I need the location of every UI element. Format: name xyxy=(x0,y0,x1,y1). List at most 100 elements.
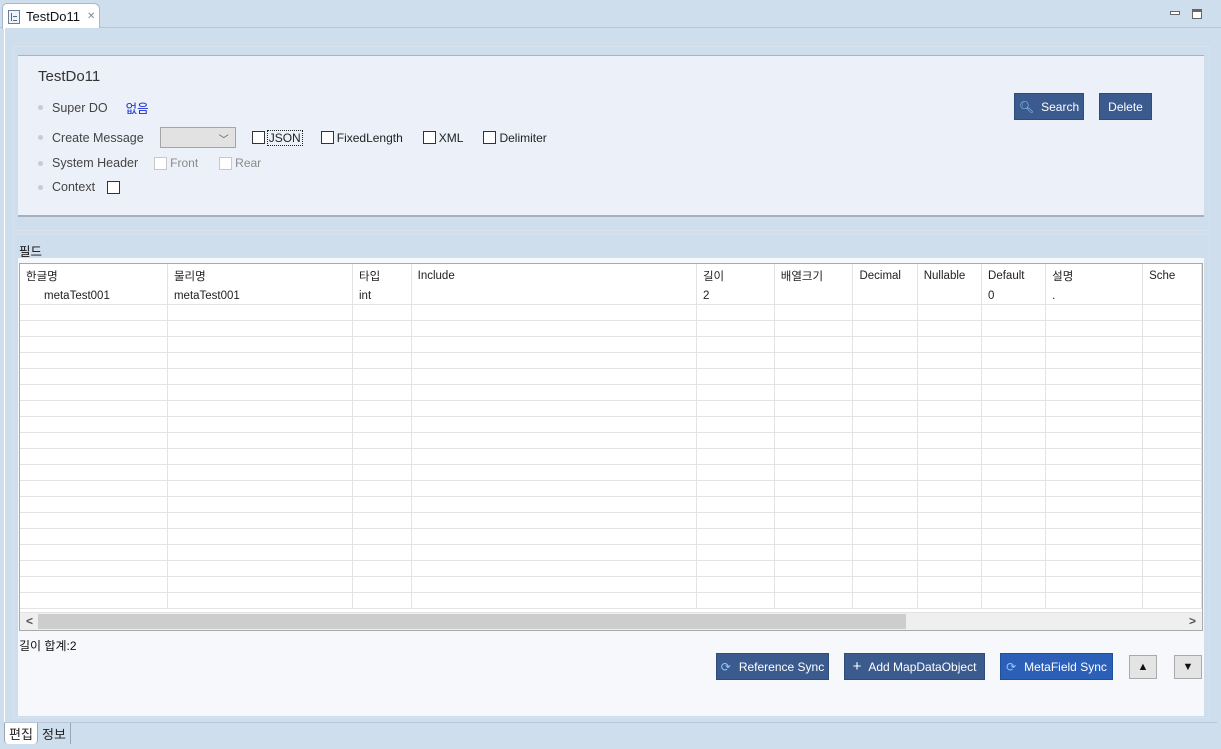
rear-checkbox[interactable]: Rear xyxy=(219,156,261,170)
table-cell[interactable] xyxy=(917,544,983,561)
table-cell[interactable] xyxy=(411,512,697,529)
table-cell[interactable] xyxy=(20,320,168,337)
column-header[interactable]: Nullable xyxy=(917,264,983,288)
table-row[interactable] xyxy=(20,336,1202,353)
table-row[interactable] xyxy=(20,352,1202,369)
table-cell[interactable] xyxy=(917,496,983,513)
table-cell[interactable] xyxy=(852,480,918,497)
table-cell[interactable] xyxy=(411,464,697,481)
table-cell[interactable] xyxy=(411,416,697,433)
table-cell[interactable] xyxy=(352,544,412,561)
table-cell[interactable] xyxy=(852,416,918,433)
table-cell[interactable] xyxy=(852,304,918,321)
table-cell[interactable] xyxy=(411,432,697,449)
table-row[interactable] xyxy=(20,464,1202,481)
table-row[interactable] xyxy=(20,304,1202,321)
table-cell[interactable] xyxy=(774,384,854,401)
editor-tab-testdo11[interactable]: TestDo11 ✕ xyxy=(2,3,100,29)
table-cell[interactable] xyxy=(167,496,354,513)
table-row[interactable] xyxy=(20,560,1202,577)
table-cell[interactable] xyxy=(352,512,412,529)
table-cell[interactable] xyxy=(852,432,918,449)
table-cell[interactable] xyxy=(774,352,854,369)
table-cell[interactable] xyxy=(917,288,983,305)
table-cell[interactable] xyxy=(1142,464,1202,481)
table-cell[interactable] xyxy=(167,464,354,481)
table-cell[interactable] xyxy=(917,432,983,449)
table-cell[interactable]: . xyxy=(1045,288,1144,305)
table-cell[interactable] xyxy=(352,448,412,465)
move-up-button[interactable]: ▲ xyxy=(1129,655,1157,679)
json-checkbox[interactable]: JSON xyxy=(251,129,303,146)
table-cell[interactable] xyxy=(696,464,775,481)
table-cell[interactable] xyxy=(1142,480,1202,497)
column-header[interactable]: 물리명 xyxy=(167,264,354,288)
table-cell[interactable] xyxy=(917,448,983,465)
close-icon[interactable]: ✕ xyxy=(87,11,95,22)
table-cell[interactable] xyxy=(774,464,854,481)
table-cell[interactable] xyxy=(774,496,854,513)
table-cell[interactable] xyxy=(411,480,697,497)
table-cell[interactable] xyxy=(167,528,354,545)
table-cell[interactable] xyxy=(167,544,354,561)
table-cell[interactable] xyxy=(1045,592,1144,609)
table-cell[interactable] xyxy=(917,560,983,577)
table-cell[interactable] xyxy=(1142,320,1202,337)
table-cell[interactable] xyxy=(1142,336,1202,353)
table-cell[interactable] xyxy=(917,304,983,321)
table-cell[interactable] xyxy=(20,304,168,321)
table-cell[interactable] xyxy=(167,416,354,433)
table-cell[interactable] xyxy=(696,384,775,401)
table-cell[interactable]: 2 xyxy=(696,288,775,305)
table-cell[interactable] xyxy=(20,496,168,513)
table-cell[interactable] xyxy=(1142,432,1202,449)
table-cell[interactable] xyxy=(1045,512,1144,529)
table-cell[interactable] xyxy=(981,320,1047,337)
table-cell[interactable] xyxy=(167,320,354,337)
table-cell[interactable] xyxy=(696,560,775,577)
table-cell[interactable] xyxy=(352,352,412,369)
table-cell[interactable] xyxy=(167,400,354,417)
table-cell[interactable] xyxy=(411,352,697,369)
table-cell[interactable] xyxy=(20,368,168,385)
table-cell[interactable] xyxy=(917,400,983,417)
column-header[interactable]: 배열크기 xyxy=(774,264,854,288)
table-cell[interactable] xyxy=(774,560,854,577)
checkbox-box[interactable] xyxy=(107,180,121,194)
table-cell[interactable] xyxy=(352,336,412,353)
table-cell[interactable] xyxy=(352,400,412,417)
table-row[interactable] xyxy=(20,320,1202,337)
table-cell[interactable] xyxy=(167,336,354,353)
table-cell[interactable] xyxy=(852,560,918,577)
table-cell[interactable] xyxy=(774,416,854,433)
table-cell[interactable] xyxy=(167,480,354,497)
table-cell[interactable] xyxy=(167,368,354,385)
table-cell[interactable] xyxy=(411,304,697,321)
table-cell[interactable] xyxy=(411,384,697,401)
horizontal-scrollbar[interactable]: < > xyxy=(20,612,1202,630)
table-cell[interactable]: int xyxy=(352,288,412,305)
table-cell[interactable] xyxy=(696,592,775,609)
table-cell[interactable] xyxy=(1045,560,1144,577)
table-cell[interactable] xyxy=(852,368,918,385)
table-row[interactable] xyxy=(20,544,1202,561)
table-cell[interactable] xyxy=(917,320,983,337)
table-cell[interactable] xyxy=(917,576,983,593)
minimize-icon[interactable] xyxy=(1170,11,1180,15)
table-cell[interactable] xyxy=(852,496,918,513)
column-header[interactable]: 한글명 xyxy=(20,264,168,288)
table-cell[interactable] xyxy=(352,384,412,401)
checkbox-box[interactable] xyxy=(483,131,497,144)
table-cell[interactable] xyxy=(917,592,983,609)
reference-sync-button[interactable]: ⟳ Reference Sync xyxy=(716,653,829,680)
table-cell[interactable] xyxy=(352,432,412,449)
table-cell[interactable] xyxy=(167,304,354,321)
table-row[interactable] xyxy=(20,432,1202,449)
table-cell[interactable] xyxy=(352,320,412,337)
table-row[interactable] xyxy=(20,384,1202,401)
table-cell[interactable] xyxy=(696,400,775,417)
table-cell[interactable] xyxy=(981,480,1047,497)
table-cell[interactable] xyxy=(917,416,983,433)
table-cell[interactable] xyxy=(1045,432,1144,449)
table-cell[interactable] xyxy=(852,544,918,561)
